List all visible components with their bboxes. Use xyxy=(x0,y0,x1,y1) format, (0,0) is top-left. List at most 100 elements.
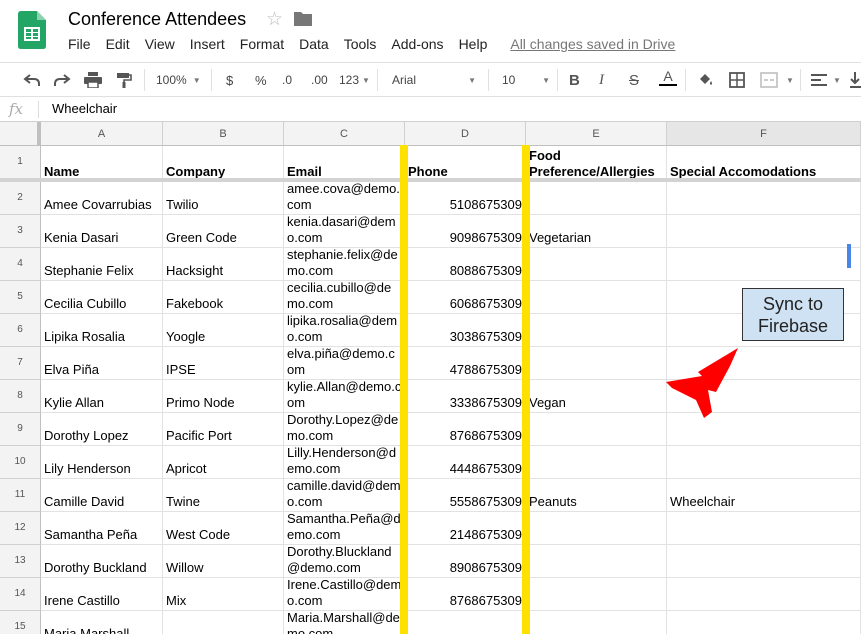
cell-company[interactable]: Yoogle xyxy=(163,314,284,347)
cell-food[interactable] xyxy=(526,446,667,479)
header-cell-company[interactable]: Company xyxy=(163,146,284,182)
merge-cells-icon[interactable]: ▼ xyxy=(760,71,794,89)
cell-company[interactable] xyxy=(163,611,284,634)
cell-email[interactable]: Dorothy.Bluckland@demo.com xyxy=(284,545,405,578)
strikethrough-button[interactable]: S xyxy=(629,71,639,89)
print-icon[interactable] xyxy=(84,71,102,89)
italic-button[interactable]: I xyxy=(599,71,604,89)
cell-special[interactable] xyxy=(667,182,861,215)
cell-food[interactable] xyxy=(526,611,667,634)
percent-format-button[interactable]: % xyxy=(255,71,267,89)
header-cell-special[interactable]: Special Accomodations xyxy=(667,146,861,182)
undo-icon[interactable] xyxy=(23,71,41,89)
row-header[interactable]: 13 xyxy=(0,545,41,578)
menu-view[interactable]: View xyxy=(145,36,175,54)
row-header[interactable]: 12 xyxy=(0,512,41,545)
cell-company[interactable]: IPSE xyxy=(163,347,284,380)
cell-email[interactable]: Samantha.Peña@demo.com xyxy=(284,512,405,545)
cell-company[interactable]: West Code xyxy=(163,512,284,545)
increase-decimal-button[interactable]: .00 xyxy=(311,71,328,89)
align-left-icon[interactable]: ▼ xyxy=(811,71,841,89)
decrease-decimal-button[interactable]: .0 xyxy=(282,71,292,89)
cell-phone[interactable]: 8768675309 xyxy=(405,413,526,446)
cell-name[interactable]: Kenia Dasari xyxy=(41,215,163,248)
row-header[interactable]: 6 xyxy=(0,314,41,347)
menu-help[interactable]: Help xyxy=(459,36,488,54)
zoom-select[interactable]: 100% ▼ xyxy=(156,71,201,89)
font-size-select[interactable]: 10 ▼ xyxy=(502,71,550,89)
column-header-a[interactable]: A xyxy=(41,122,163,146)
menu-file[interactable]: File xyxy=(68,36,91,54)
header-cell-phone[interactable]: Phone xyxy=(405,146,526,182)
select-all-corner[interactable] xyxy=(0,122,41,146)
cell-phone[interactable]: 8088675309 xyxy=(405,248,526,281)
cell-phone[interactable]: 3338675309 xyxy=(405,380,526,413)
cell-company[interactable]: Willow xyxy=(163,545,284,578)
cell-name[interactable]: Lipika Rosalia xyxy=(41,314,163,347)
currency-format-button[interactable]: $ xyxy=(226,71,233,89)
cell-name[interactable]: Amee Covarrubias xyxy=(41,182,163,215)
menu-edit[interactable]: Edit xyxy=(106,36,130,54)
menu-format[interactable]: Format xyxy=(240,36,284,54)
cell-food[interactable] xyxy=(526,413,667,446)
row-header[interactable]: 5 xyxy=(0,281,41,314)
cell-company[interactable]: Primo Node xyxy=(163,380,284,413)
menu-insert[interactable]: Insert xyxy=(190,36,225,54)
menu-add-ons[interactable]: Add-ons xyxy=(391,36,443,54)
row-header[interactable]: 7 xyxy=(0,347,41,380)
cell-special[interactable]: Wheelchair xyxy=(667,479,861,512)
cell-food[interactable] xyxy=(526,314,667,347)
column-header-f[interactable]: F xyxy=(667,122,861,146)
cell-name[interactable]: Kylie Allan xyxy=(41,380,163,413)
header-cell-email[interactable]: Email xyxy=(284,146,405,182)
row-header[interactable]: 11 xyxy=(0,479,41,512)
star-icon[interactable]: ☆ xyxy=(266,8,283,31)
row-header[interactable]: 9 xyxy=(0,413,41,446)
sheets-logo-icon[interactable] xyxy=(18,11,46,49)
cell-email[interactable]: kenia.dasari@demo.com xyxy=(284,215,405,248)
fill-color-icon[interactable] xyxy=(697,71,715,89)
cell-phone[interactable]: 5558675309 xyxy=(405,479,526,512)
cell-phone[interactable]: 2148675309 xyxy=(405,512,526,545)
cell-name[interactable]: Lily Henderson xyxy=(41,446,163,479)
cell-special[interactable] xyxy=(667,248,861,281)
cell-phone[interactable]: 4448675309 xyxy=(405,446,526,479)
row-header[interactable]: 3 xyxy=(0,215,41,248)
header-cell-name[interactable]: Name xyxy=(41,146,163,182)
cell-special[interactable] xyxy=(667,611,861,634)
cell-food[interactable] xyxy=(526,281,667,314)
cell-name[interactable]: Dorothy Buckland xyxy=(41,545,163,578)
column-header-b[interactable]: B xyxy=(163,122,284,146)
cell-name[interactable]: Samantha Peña xyxy=(41,512,163,545)
folder-icon[interactable] xyxy=(294,11,312,26)
cell-food[interactable] xyxy=(526,545,667,578)
row-header[interactable]: 10 xyxy=(0,446,41,479)
cell-company[interactable]: Apricot xyxy=(163,446,284,479)
cell-phone[interactable]: 9098675309 xyxy=(405,215,526,248)
menu-tools[interactable]: Tools xyxy=(344,36,377,54)
sync-to-firebase-button[interactable]: Sync to Firebase xyxy=(742,288,844,341)
cell-phone[interactable]: 5108675309 xyxy=(405,182,526,215)
cell-food[interactable]: Vegetarian xyxy=(526,215,667,248)
cell-name[interactable]: Stephanie Felix xyxy=(41,248,163,281)
row-header[interactable]: 15 xyxy=(0,611,41,634)
cell-food[interactable]: Vegan xyxy=(526,380,667,413)
paint-format-icon[interactable] xyxy=(116,71,132,89)
cell-company[interactable]: Twilio xyxy=(163,182,284,215)
row-header[interactable]: 1 xyxy=(0,146,41,182)
cell-name[interactable]: Maria Marshall xyxy=(41,611,163,634)
more-formats-select[interactable]: 123 ▼ xyxy=(339,71,370,89)
cell-email[interactable]: cecilia.cubillo@demo.com xyxy=(284,281,405,314)
cell-special[interactable] xyxy=(667,578,861,611)
cell-name[interactable]: Irene Castillo xyxy=(41,578,163,611)
cell-email[interactable]: Irene.Castillo@demo.com xyxy=(284,578,405,611)
cell-company[interactable]: Pacific Port xyxy=(163,413,284,446)
cell-company[interactable]: Hacksight xyxy=(163,248,284,281)
row-header[interactable]: 14 xyxy=(0,578,41,611)
cell-food[interactable] xyxy=(526,578,667,611)
cell-food[interactable]: Peanuts xyxy=(526,479,667,512)
header-cell-food[interactable]: Food Preference/Allergies xyxy=(526,146,667,182)
menu-data[interactable]: Data xyxy=(299,36,329,54)
cell-name[interactable]: Elva Piña xyxy=(41,347,163,380)
row-header[interactable]: 4 xyxy=(0,248,41,281)
